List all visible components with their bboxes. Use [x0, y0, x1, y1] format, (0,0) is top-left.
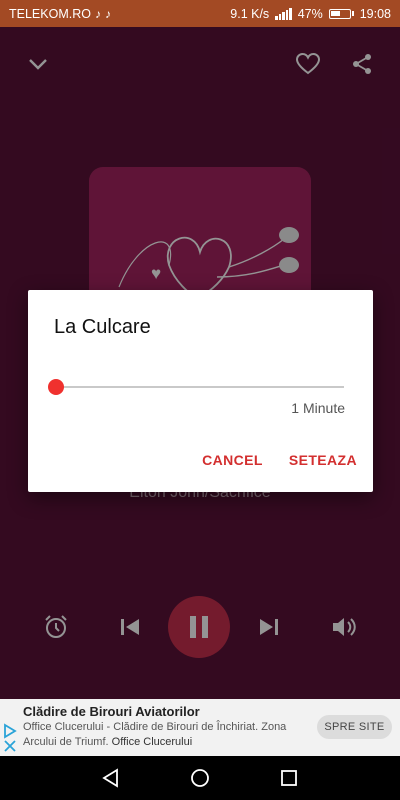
navigation-bar — [0, 756, 400, 800]
signal-icon — [275, 7, 292, 20]
network-speed: 9.1 K/s — [230, 6, 270, 21]
clock: 19:08 — [359, 6, 391, 21]
recents-icon[interactable] — [275, 764, 303, 792]
ad-cta-button[interactable]: SPRE SITE — [317, 715, 392, 739]
battery-icon — [328, 8, 351, 19]
ad-banner[interactable]: Clădire de Birouri Aviatorilor Office Cl… — [0, 699, 400, 756]
slider-value: 1 Minute — [291, 400, 345, 416]
status-bar: TELEKOM.RO ♪ ♪ 9.1 K/s 47% 19:08 — [0, 0, 400, 27]
dialog-title: La Culcare — [54, 316, 151, 338]
timer-slider[interactable] — [48, 378, 344, 398]
ad-advertiser: Office Clucerului — [111, 736, 193, 748]
cancel-button[interactable]: CANCEL — [202, 452, 263, 468]
ad-description: Office Clucerului - Clădire de Birouri d… — [23, 720, 313, 750]
home-icon[interactable] — [186, 764, 214, 792]
music-note-icon: ♪ — [104, 6, 111, 21]
battery-percent: 47% — [297, 6, 323, 21]
music-note-icon: ♪ — [94, 6, 101, 21]
carrier-label: TELEKOM.RO — [9, 6, 91, 21]
ad-title[interactable]: Clădire de Birouri Aviatorilor — [23, 704, 200, 719]
slider-track[interactable] — [56, 386, 344, 388]
ad-choices-icon[interactable] — [3, 723, 17, 753]
back-icon[interactable] — [97, 764, 125, 792]
slider-thumb[interactable] — [48, 379, 64, 395]
set-button[interactable]: SETEAZA — [289, 452, 357, 468]
sleep-timer-dialog: La Culcare 1 Minute CANCEL SETEAZA — [28, 290, 373, 492]
